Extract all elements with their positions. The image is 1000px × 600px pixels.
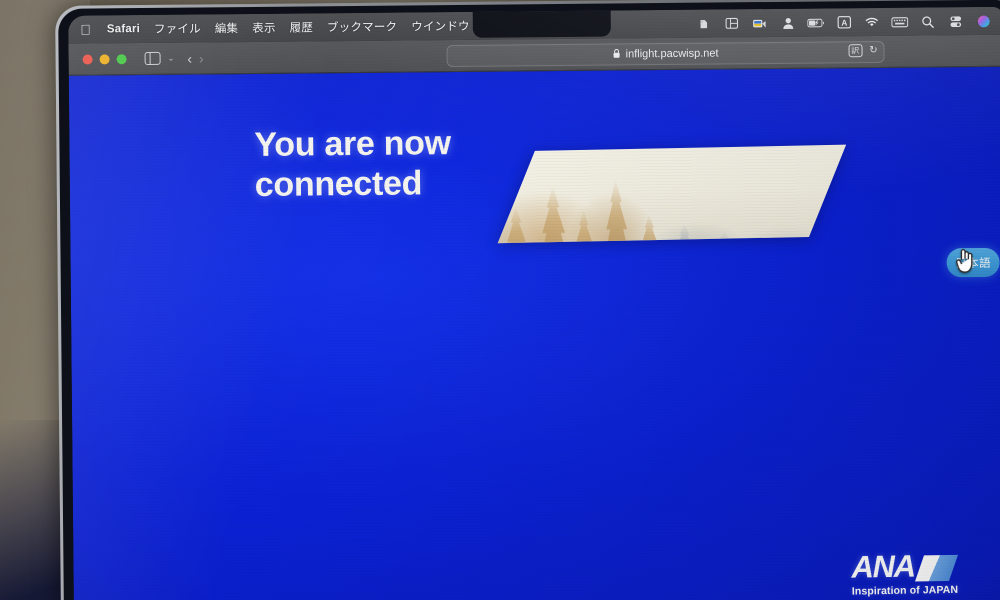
address-bar-actions: 訳 ↻	[848, 44, 878, 58]
menu-bar-status-tray: A	[695, 13, 996, 31]
ana-logo-row: ANA	[850, 549, 959, 586]
sidebar-toggle-icon[interactable]	[144, 51, 161, 65]
url-text: inflight.pacwisp.net	[625, 47, 719, 61]
forward-button[interactable]: ›	[199, 50, 204, 66]
grid-window-icon[interactable]	[723, 16, 740, 31]
maximize-button[interactable]	[116, 53, 127, 64]
menu-item-window[interactable]: ウインドウ	[411, 18, 470, 35]
menu-item-bookmarks[interactable]: ブックマーク	[327, 19, 397, 36]
control-center-icon[interactable]	[947, 14, 964, 29]
menu-bar-items:  Safari ファイル 編集 表示 履歴 ブックマーク ウインドウ ヘルプ	[80, 17, 519, 37]
menu-item-edit[interactable]: 編集	[215, 20, 239, 36]
menu-item-file[interactable]: ファイル	[154, 20, 201, 36]
wifi-icon[interactable]	[863, 14, 880, 29]
ana-tail-mark-icon	[915, 554, 959, 582]
address-bar[interactable]: inflight.pacwisp.net 訳 ↻	[446, 40, 885, 68]
input-source-icon[interactable]: A	[835, 15, 852, 30]
user-account-icon[interactable]	[779, 15, 796, 30]
apple-logo-icon[interactable]: 	[80, 22, 91, 38]
spotlight-search-icon[interactable]	[919, 14, 936, 29]
ana-wordmark: ANA	[850, 549, 915, 586]
page-title: You are now connected	[254, 124, 451, 204]
siri-icon[interactable]	[975, 13, 992, 28]
laptop-body:  Safari ファイル 編集 表示 履歴 ブックマーク ウインドウ ヘルプ	[55, 0, 1000, 600]
hero-image	[497, 144, 847, 244]
minimize-button[interactable]	[99, 53, 110, 64]
pointing-hand-cursor	[956, 249, 973, 273]
battery-icon[interactable]	[807, 15, 824, 30]
svg-text:A: A	[841, 18, 847, 28]
window-controls	[82, 53, 127, 65]
laptop-screen:  Safari ファイル 編集 表示 履歴 ブックマーク ウインドウ ヘルプ	[68, 6, 1000, 600]
forest-landscape-photo	[497, 144, 847, 244]
evernote-icon[interactable]	[695, 16, 712, 31]
reload-icon[interactable]: ↻	[869, 45, 877, 56]
translate-icon[interactable]: 訳	[848, 44, 863, 58]
camera-notch	[472, 10, 611, 38]
menu-item-history[interactable]: 履歴	[290, 19, 314, 35]
ana-brand-logo: ANA Inspiration of JAPAN	[850, 549, 959, 598]
keyboard-icon[interactable]	[891, 14, 909, 29]
lock-icon	[613, 48, 621, 61]
navigation-controls: ⌄ ‹ ›	[144, 50, 204, 66]
captive-portal-page: You are now connected 日本語 ANA Inspiratio…	[68, 66, 1000, 600]
photograph-of-laptop:  Safari ファイル 編集 表示 履歴 ブックマーク ウインドウ ヘルプ	[0, 0, 1000, 600]
chevron-down-icon[interactable]: ⌄	[168, 54, 175, 63]
back-button[interactable]: ‹	[187, 50, 192, 66]
screenshot-icon[interactable]	[751, 16, 768, 31]
screen-bezel:  Safari ファイル 編集 表示 履歴 ブックマーク ウインドウ ヘルプ	[58, 0, 1000, 600]
menu-item-view[interactable]: 表示	[252, 20, 276, 36]
menu-item-safari[interactable]: Safari	[107, 23, 140, 35]
close-button[interactable]	[82, 53, 93, 65]
ana-tagline: Inspiration of JAPAN	[851, 583, 958, 598]
